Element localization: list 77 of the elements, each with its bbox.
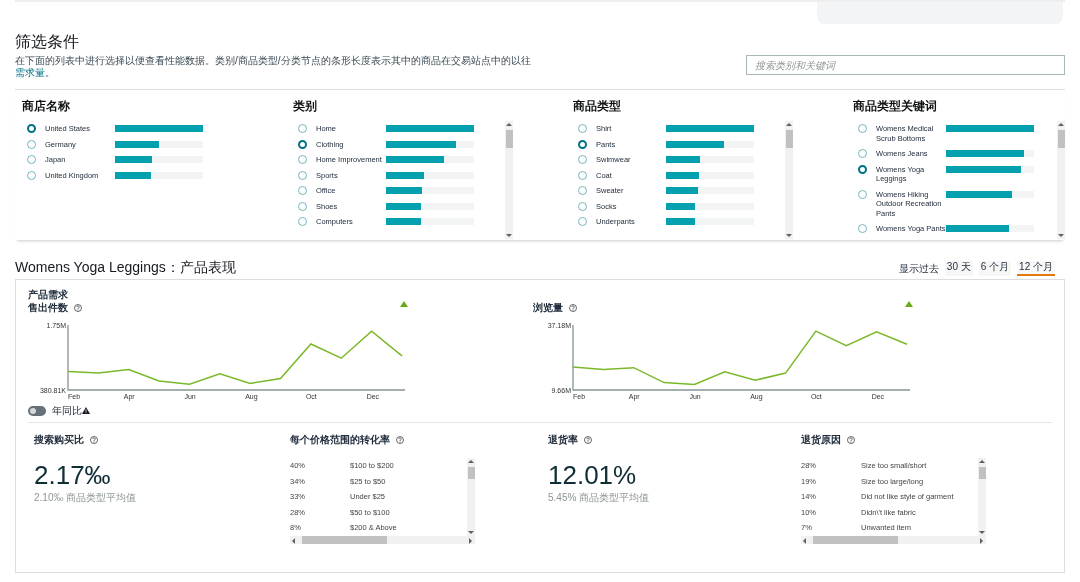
demand-link[interactable]: 需求量	[15, 67, 45, 78]
scrollbar-thumb[interactable]	[978, 467, 986, 479]
scrollbar-thumb[interactable]	[813, 536, 898, 544]
help-icon[interactable]	[396, 435, 404, 444]
help-icon[interactable]	[584, 435, 592, 444]
help-icon[interactable]	[847, 435, 855, 444]
radio-button[interactable]	[578, 201, 587, 211]
warning-icon	[82, 407, 90, 414]
column-heading: 商品类型	[573, 98, 622, 114]
scroll-left-icon[interactable]	[801, 536, 809, 544]
subsection-title: 产品需求	[28, 288, 69, 301]
radio-button[interactable]	[578, 186, 587, 196]
radio-button[interactable]	[858, 224, 867, 234]
radio-button[interactable]	[298, 170, 307, 180]
column-heading: 商店名称	[22, 98, 71, 114]
scrollbar[interactable]	[505, 121, 513, 240]
scrollbar[interactable]	[290, 536, 475, 544]
scroll-down-icon[interactable]	[785, 232, 793, 240]
chart-title: 浏览量	[533, 301, 563, 315]
scroll-up-icon[interactable]	[978, 458, 986, 465]
radio-button[interactable]	[578, 155, 587, 165]
column-heading: 类别	[293, 99, 318, 114]
metric-value: 2.17‰	[34, 460, 112, 490]
radio-button[interactable]	[858, 164, 867, 174]
scrollbar-thumb[interactable]	[1057, 130, 1065, 149]
radio-button[interactable]	[298, 124, 307, 134]
metric-title: 每个价格范围的转化率	[290, 433, 390, 447]
scrollbar-thumb[interactable]	[785, 130, 793, 149]
scrollbar[interactable]	[467, 458, 475, 536]
radio-button[interactable]	[578, 170, 587, 180]
radio-button[interactable]	[858, 189, 867, 199]
period-tab[interactable]: 30 天	[944, 261, 973, 276]
help-icon[interactable]	[90, 435, 98, 444]
period-tab[interactable]: 6 个月	[978, 261, 1012, 276]
radio-button[interactable]	[858, 149, 867, 159]
help-icon[interactable]	[74, 303, 82, 312]
metric-title: 搜索购买比	[34, 433, 84, 447]
scroll-down-icon[interactable]	[1057, 232, 1065, 240]
scrollbar[interactable]	[785, 121, 793, 240]
metric-title: 退货率	[548, 433, 578, 447]
radio-button[interactable]	[578, 139, 587, 149]
average-text: 2.10‰ 商品类型平均值	[34, 491, 138, 505]
radio-button[interactable]	[298, 201, 307, 211]
scroll-down-icon[interactable]	[505, 232, 513, 240]
column-heading: 商品类型关键词	[853, 98, 938, 114]
scroll-up-icon[interactable]	[467, 458, 475, 465]
scrollbar-thumb[interactable]	[505, 130, 513, 149]
metric-title: 退货原因	[801, 433, 841, 447]
radio-button[interactable]	[858, 124, 867, 134]
scrollbar[interactable]	[801, 536, 986, 544]
section-title: 筛选条件	[15, 32, 80, 52]
radio-button[interactable]	[298, 217, 307, 227]
scrollbar[interactable]	[978, 458, 986, 536]
period-label: 显示过去	[898, 262, 939, 276]
radio-button[interactable]	[298, 186, 307, 196]
performance-title: Womens Yoga Leggings：产品表现	[15, 258, 236, 276]
radio-button[interactable]	[27, 170, 36, 180]
toggle-label: 年同比	[52, 404, 82, 418]
scrollbar[interactable]	[1057, 121, 1065, 240]
period-tab[interactable]: 12 个月	[1017, 261, 1055, 276]
radio-button[interactable]	[578, 124, 587, 134]
scrollbar-thumb[interactable]	[302, 536, 387, 544]
scroll-left-icon[interactable]	[290, 536, 298, 544]
radio-button[interactable]	[298, 139, 307, 149]
radio-button[interactable]	[27, 139, 36, 149]
metric-value: 12.01%	[548, 460, 638, 490]
radio-button[interactable]	[298, 155, 307, 165]
search-field[interactable]: 搜索类别和关键词	[746, 55, 1065, 75]
toggle-switch[interactable]	[28, 405, 46, 416]
scrollbar-thumb[interactable]	[467, 467, 475, 479]
radio-button[interactable]	[578, 217, 587, 227]
radio-button[interactable]	[27, 124, 36, 134]
radio-button[interactable]	[27, 155, 36, 165]
help-icon[interactable]	[569, 303, 577, 312]
average-text: 5.45% 商品类型平均值	[548, 491, 651, 505]
description-text: 在下面的列表中进行选择以便查看性能数据。类别/商品类型/分类节点的条形长度表示其中的商品在交易站点中的以往 需求量。	[15, 55, 532, 79]
chart-title: 售出件数	[28, 301, 68, 315]
